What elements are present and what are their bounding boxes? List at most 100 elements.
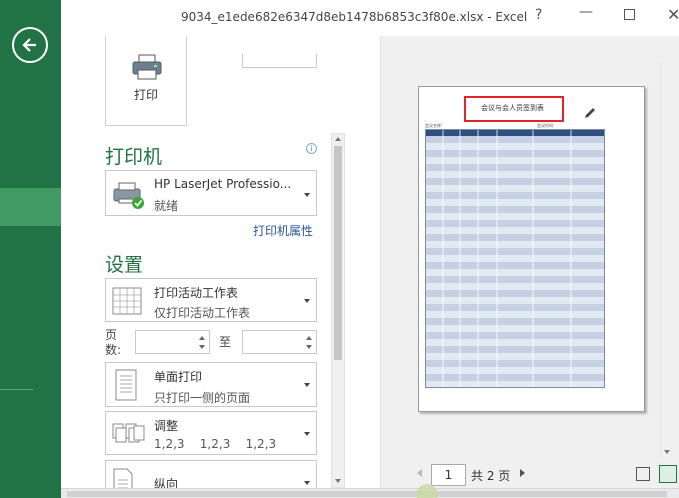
- table-row: [425, 248, 605, 255]
- print-scope-sub: 仅打印活动工作表: [154, 306, 251, 320]
- table-row: [425, 276, 605, 283]
- table-row: [425, 360, 605, 367]
- table-row: [425, 136, 605, 143]
- scroll-thumb[interactable]: [334, 146, 342, 360]
- spin-up-icon[interactable]: [306, 336, 312, 340]
- table-row: [425, 269, 605, 276]
- spin-up-icon[interactable]: [199, 336, 205, 340]
- backstage-nav: [0, 0, 61, 498]
- scroll-down-icon[interactable]: [335, 479, 341, 483]
- chevron-down-icon: [304, 193, 310, 197]
- table-row: [425, 297, 605, 304]
- settings-scrollbar[interactable]: [331, 133, 345, 488]
- table-row: [425, 346, 605, 353]
- table-row: [425, 325, 605, 332]
- collate-sub: 1,2,3 1,2,3 1,2,3: [154, 437, 277, 451]
- table-row: [425, 164, 605, 171]
- printer-section-title: 打印机: [105, 146, 163, 168]
- print-settings-panel: 打印 打印机 i HP LaserJet Professio... 就绪 打印机…: [61, 36, 381, 488]
- table-row: [425, 367, 605, 374]
- printer-name: HP LaserJet Professio...: [154, 177, 292, 191]
- help-button[interactable]: ?: [535, 7, 542, 23]
- preview-scrollbar[interactable]: [660, 62, 673, 458]
- settings-section-title: 设置: [105, 254, 144, 276]
- scroll-thumb[interactable]: [67, 491, 667, 497]
- scroll-up-icon[interactable]: [335, 137, 341, 141]
- prev-page-icon[interactable]: [417, 469, 422, 477]
- sheet-grid-icon: [112, 287, 142, 315]
- print-scope-main: 打印活动工作表: [154, 286, 239, 300]
- minimize-icon[interactable]: —: [579, 4, 593, 20]
- pages-label: 页 数:: [105, 328, 121, 358]
- table-row: [425, 241, 605, 248]
- table-row: [425, 262, 605, 269]
- orientation-main: 纵向: [154, 477, 179, 488]
- table-row: [425, 157, 605, 164]
- back-button[interactable]: [12, 27, 48, 63]
- table-row: [425, 290, 605, 297]
- table-row: [425, 318, 605, 325]
- current-page-input[interactable]: 1: [431, 464, 466, 486]
- pages-label-line2: 数:: [105, 343, 122, 357]
- scroll-down-icon[interactable]: [664, 450, 670, 454]
- collate-dropdown[interactable]: 调整 1,2,3 1,2,3 1,2,3: [105, 411, 317, 455]
- table-row: [425, 178, 605, 185]
- print-preview-area: 会议与会人员签到表 会议名称: 会议时间: 1 共 2 页: [381, 36, 679, 488]
- pages-to-input[interactable]: [242, 330, 317, 354]
- table-row: [425, 171, 605, 178]
- chevron-down-icon: [304, 481, 310, 485]
- table-row: [425, 143, 605, 150]
- printer-icon: [132, 54, 162, 80]
- table-row: [425, 206, 605, 213]
- print-button-label: 打印: [133, 88, 158, 102]
- spin-down-icon[interactable]: [199, 345, 205, 349]
- horizontal-scrollbar[interactable]: [61, 488, 679, 498]
- collated-icon: [112, 423, 145, 443]
- next-page-icon[interactable]: [520, 469, 525, 477]
- close-icon[interactable]: ✕: [667, 5, 679, 24]
- preview-page: 会议与会人员签到表 会议名称: 会议时间:: [418, 86, 645, 412]
- printer-properties-link[interactable]: 打印机属性: [253, 222, 313, 239]
- total-pages: 共 2 页: [471, 469, 511, 483]
- sides-sub: 只打印一侧的页面: [154, 391, 251, 405]
- table-row: [425, 199, 605, 206]
- table-row: [425, 283, 605, 290]
- single-sided-icon: [115, 369, 137, 401]
- table-row: [425, 150, 605, 157]
- chevron-down-icon: [304, 432, 310, 436]
- nav-divider: [0, 389, 33, 390]
- spin-down-icon[interactable]: [306, 345, 312, 349]
- printer-dropdown[interactable]: HP LaserJet Professio... 就绪: [105, 170, 317, 216]
- table-row: [425, 255, 605, 262]
- copies-input[interactable]: [242, 54, 317, 68]
- table-row: [425, 374, 605, 381]
- table-row: [425, 185, 605, 192]
- print-scope-dropdown[interactable]: 打印活动工作表 仅打印活动工作表: [105, 278, 317, 322]
- orientation-dropdown[interactable]: 纵向: [105, 460, 317, 488]
- back-arrow-icon: [22, 38, 36, 52]
- info-icon[interactable]: i: [306, 143, 317, 154]
- pages-from-input[interactable]: [135, 330, 210, 354]
- table-row: [425, 227, 605, 234]
- title-highlight-box: [464, 96, 564, 122]
- nav-item-print[interactable]: [0, 188, 61, 226]
- maximize-icon[interactable]: [624, 9, 635, 20]
- table-row: [425, 304, 605, 311]
- zoom-to-page-icon[interactable]: [659, 465, 677, 483]
- table-row: [425, 220, 605, 227]
- pencil-icon: [585, 108, 595, 118]
- portrait-icon: [113, 468, 133, 488]
- chevron-down-icon: [304, 383, 310, 387]
- table-row: [425, 332, 605, 339]
- print-button[interactable]: 打印: [105, 36, 187, 126]
- signin-table: [425, 129, 605, 388]
- printer-device-icon: [113, 182, 144, 209]
- title-bar: 9034_e1ede682e6347d8eb1478b6853c3f80e.xl…: [61, 0, 679, 36]
- pages-to-label: 至: [219, 335, 232, 349]
- show-margins-icon[interactable]: [636, 467, 650, 481]
- sides-dropdown[interactable]: 单面打印 只打印一侧的页面: [105, 362, 317, 407]
- pages-label-line1: 页: [105, 328, 118, 342]
- collate-main: 调整: [154, 419, 179, 433]
- printer-status: 就绪: [154, 199, 179, 213]
- table-row: [425, 353, 605, 360]
